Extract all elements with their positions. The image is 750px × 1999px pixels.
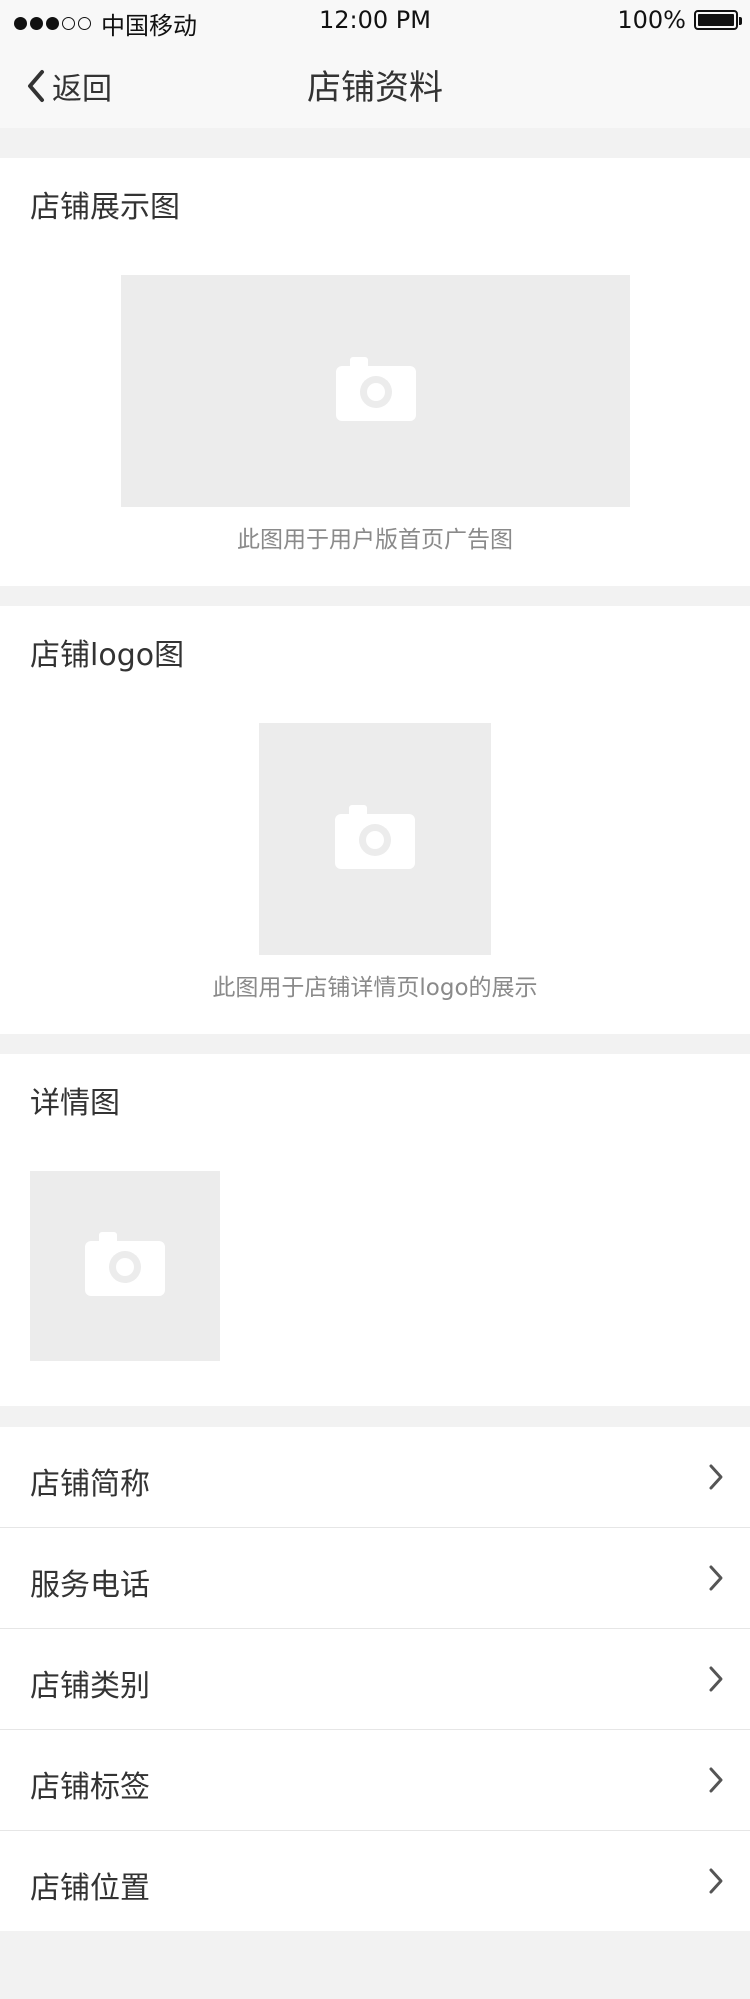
logo-title: 店铺logo图 xyxy=(30,638,185,673)
list-item[interactable]: 店铺位置 xyxy=(0,1831,750,1931)
status-bar-right: 100% xyxy=(617,6,742,34)
showcase-caption: 此图用于用户版首页广告图 xyxy=(237,527,513,553)
details-image-upload[interactable] xyxy=(30,1171,220,1361)
page-title: 店铺资料 xyxy=(307,68,443,108)
showcase-image-upload[interactable] xyxy=(121,275,630,507)
battery-percent: 100% xyxy=(617,6,686,34)
details-title: 详情图 xyxy=(30,1086,120,1121)
camera-icon xyxy=(85,1232,165,1300)
chevron-right-icon xyxy=(708,1867,724,1899)
logo-caption: 此图用于店铺详情页logo的展示 xyxy=(212,975,538,1001)
showcase-section: 店铺展示图 此图用于用户版首页广告图 xyxy=(0,158,750,586)
nav-bar: 返回 店铺资料 xyxy=(0,40,750,128)
list-item-label: 店铺简称 xyxy=(30,1467,150,1502)
chevron-right-icon xyxy=(708,1463,724,1495)
camera-icon xyxy=(335,805,415,873)
chevron-right-icon xyxy=(708,1564,724,1596)
details-section: 详情图 xyxy=(0,1054,750,1406)
chevron-right-icon xyxy=(708,1665,724,1697)
battery-icon xyxy=(694,10,742,30)
logo-section: 店铺logo图 此图用于店铺详情页logo的展示 xyxy=(0,606,750,1034)
list-item[interactable]: 服务电话 xyxy=(0,1528,750,1629)
chevron-right-icon xyxy=(708,1766,724,1798)
list-item-label: 店铺类别 xyxy=(30,1669,150,1704)
list-item[interactable]: 店铺标签 xyxy=(0,1730,750,1831)
list-item[interactable]: 店铺简称 xyxy=(0,1427,750,1528)
list-item[interactable]: 店铺类别 xyxy=(0,1629,750,1730)
list-item-label: 服务电话 xyxy=(30,1568,150,1603)
showcase-title: 店铺展示图 xyxy=(30,190,180,225)
status-bar: 中国移动 12:00 PM 100% xyxy=(0,0,750,40)
store-info-list: 店铺简称 服务电话 店铺类别 店铺标签 店铺位置 xyxy=(0,1427,750,1931)
logo-image-upload[interactable] xyxy=(259,723,491,955)
list-item-label: 店铺位置 xyxy=(30,1871,150,1906)
camera-icon xyxy=(335,357,416,425)
list-item-label: 店铺标签 xyxy=(30,1770,150,1805)
